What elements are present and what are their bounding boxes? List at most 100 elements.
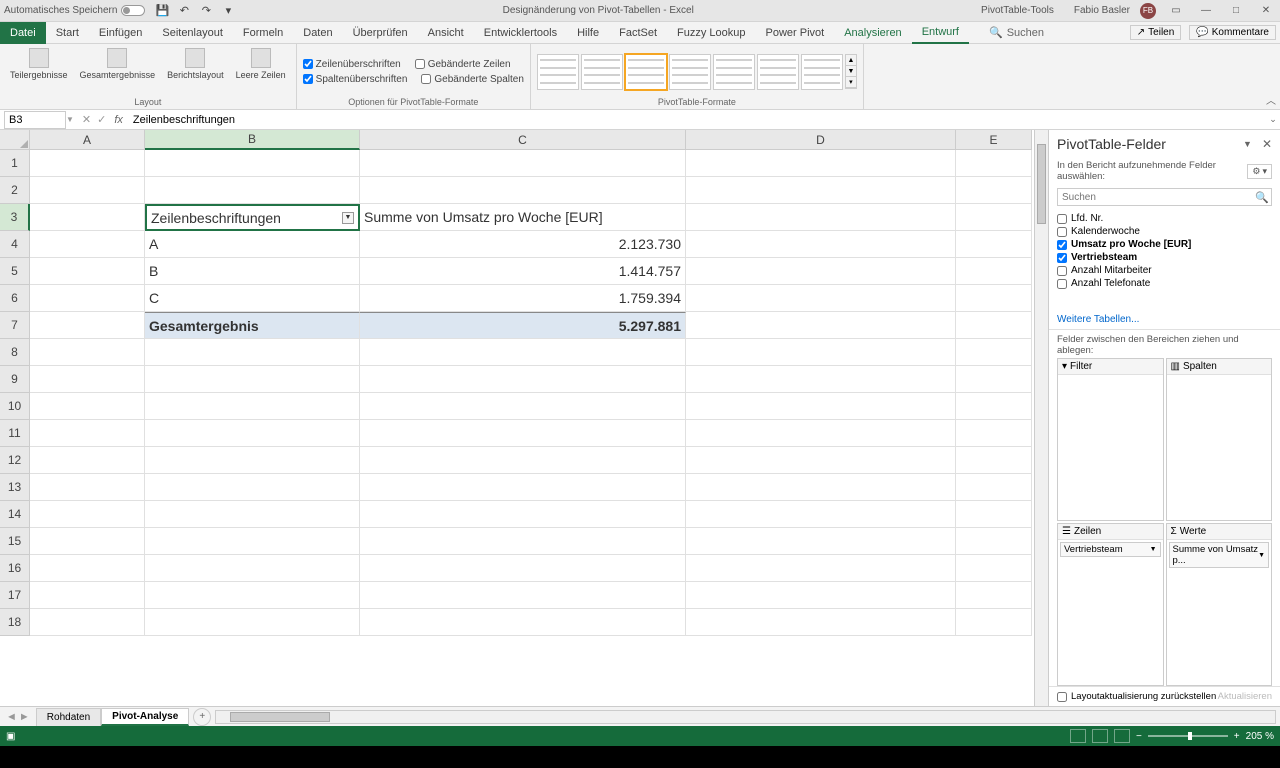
cell-e2[interactable] [956,177,1032,204]
style-option-7[interactable] [801,54,843,90]
pane-close-icon[interactable]: ✕ [1262,137,1272,151]
row-headers-check[interactable]: Zeilenüberschriften [303,57,401,72]
cell-a2[interactable] [30,177,145,204]
cell-a12[interactable] [30,447,145,474]
cell-d13[interactable] [686,474,956,501]
cell-c8[interactable] [360,339,686,366]
select-all-corner[interactable] [0,130,30,150]
search-box[interactable]: 🔍 Suchen [989,26,1044,39]
row-header-2[interactable]: 2 [0,177,30,204]
cell-e10[interactable] [956,393,1032,420]
more-tables-link[interactable]: Weitere Tabellen... [1049,310,1280,329]
cell-a17[interactable] [30,582,145,609]
add-sheet-button[interactable]: + [193,708,211,726]
row-header-6[interactable]: 6 [0,285,30,312]
cell-e16[interactable] [956,555,1032,582]
cell-b8[interactable] [145,339,360,366]
view-normal-icon[interactable] [1070,729,1086,743]
row-header-3[interactable]: 3 [0,204,30,231]
cell-b6[interactable]: C [145,285,360,312]
col-header-b[interactable]: B [145,130,360,150]
avatar[interactable]: FB [1140,3,1156,19]
grandtotals-button[interactable]: Gesamtergebnisse [76,46,160,97]
cell-d8[interactable] [686,339,956,366]
cell-b18[interactable] [145,609,360,636]
pane-options-icon[interactable]: ▼ [1243,139,1252,149]
autosave-toggle[interactable] [121,5,145,16]
style-option-1[interactable] [537,54,579,90]
view-pagelayout-icon[interactable] [1092,729,1108,743]
cell-e12[interactable] [956,447,1032,474]
comments-button[interactable]: 💬Kommentare [1189,25,1276,40]
zoom-level[interactable]: 205 % [1246,731,1274,742]
zoom-slider[interactable] [1148,735,1228,737]
gallery-down-icon[interactable]: ▼ [846,66,856,77]
cell-d3[interactable] [686,204,956,231]
cell-c2[interactable] [360,177,686,204]
row-header-14[interactable]: 14 [0,501,30,528]
gallery-more-icon[interactable]: ▾ [846,77,856,88]
tab-start[interactable]: Start [46,22,89,44]
cell-c12[interactable] [360,447,686,474]
tab-file[interactable]: Datei [0,22,46,44]
cell-d10[interactable] [686,393,956,420]
cell-c10[interactable] [360,393,686,420]
cell-a7[interactable] [30,312,145,339]
expand-formula-icon[interactable]: ⌄ [1266,114,1280,125]
zoom-out-icon[interactable]: − [1136,731,1142,742]
close-icon[interactable]: ✕ [1256,3,1276,19]
cell-d1[interactable] [686,150,956,177]
cell-b17[interactable] [145,582,360,609]
ribbon-display-icon[interactable]: ▭ [1166,3,1186,19]
area-rows-item[interactable]: Vertriebsteam▼ [1060,542,1161,557]
cell-c1[interactable] [360,150,686,177]
cell-d17[interactable] [686,582,956,609]
row-header-4[interactable]: 4 [0,231,30,258]
field-kalenderwoche[interactable]: Kalenderwoche [1057,225,1272,238]
cell-e18[interactable] [956,609,1032,636]
view-pagebreak-icon[interactable] [1114,729,1130,743]
cell-c11[interactable] [360,420,686,447]
row-header-8[interactable]: 8 [0,339,30,366]
cell-a4[interactable] [30,231,145,258]
cell-b11[interactable] [145,420,360,447]
row-header-1[interactable]: 1 [0,150,30,177]
col-header-c[interactable]: C [360,130,686,150]
area-values[interactable]: ΣWerteSumme von Umsatz p...▼ [1166,523,1273,686]
cell-e14[interactable] [956,501,1032,528]
cell-e15[interactable] [956,528,1032,555]
cell-e4[interactable] [956,231,1032,258]
cell-e1[interactable] [956,150,1032,177]
cell-a3[interactable] [30,204,145,231]
cell-d12[interactable] [686,447,956,474]
cell-a15[interactable] [30,528,145,555]
sheet-next-icon[interactable]: ► [19,711,30,723]
cell-a1[interactable] [30,150,145,177]
share-button[interactable]: ↗Teilen [1130,25,1182,40]
blank-rows-button[interactable]: Leere Zeilen [232,46,290,97]
cell-d2[interactable] [686,177,956,204]
cell-e9[interactable] [956,366,1032,393]
row-header-10[interactable]: 10 [0,393,30,420]
cell-a13[interactable] [30,474,145,501]
col-header-d[interactable]: D [686,130,956,150]
cell-b5[interactable]: B [145,258,360,285]
row-header-18[interactable]: 18 [0,609,30,636]
sheet-prev-icon[interactable]: ◄ [6,711,17,723]
minimize-icon[interactable]: — [1196,3,1216,19]
vscroll-thumb[interactable] [1037,144,1046,224]
tab-factset[interactable]: FactSet [609,22,667,44]
cell-c13[interactable] [360,474,686,501]
defer-update-check[interactable] [1057,692,1067,702]
cell-e8[interactable] [956,339,1032,366]
style-option-2[interactable] [581,54,623,90]
cell-c9[interactable] [360,366,686,393]
cell-b14[interactable] [145,501,360,528]
area-values-item[interactable]: Summe von Umsatz p...▼ [1169,542,1270,568]
tab-ansicht[interactable]: Ansicht [418,22,474,44]
cell-b10[interactable] [145,393,360,420]
cell-c3[interactable]: Summe von Umsatz pro Woche [EUR] [360,204,686,231]
cell-d7[interactable] [686,312,956,339]
cell-c6[interactable]: 1.759.394 [360,285,686,312]
cell-e6[interactable] [956,285,1032,312]
